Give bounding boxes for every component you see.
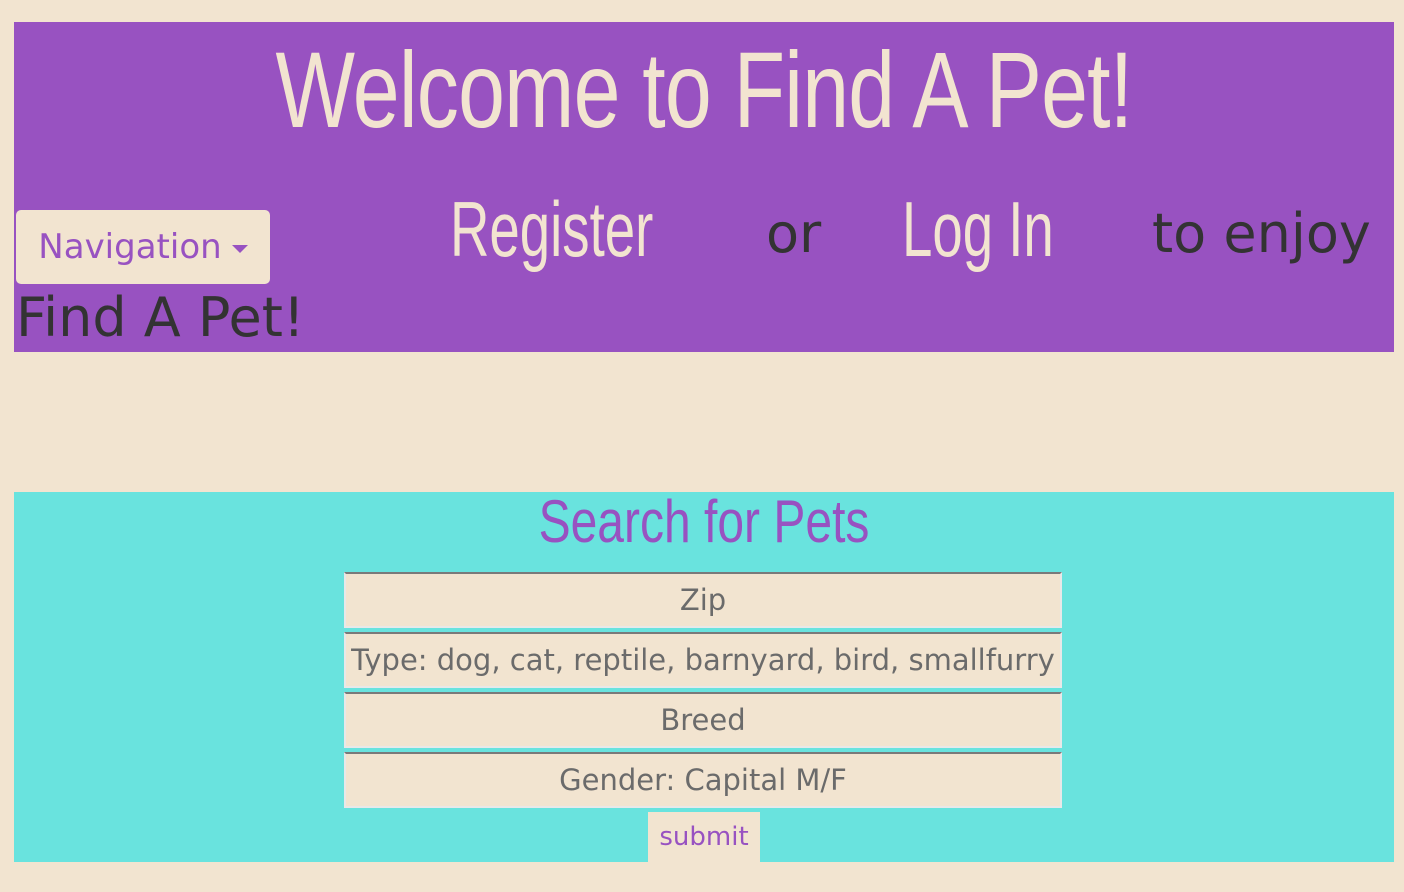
caret-down-icon: [231, 245, 248, 253]
or-text: or: [766, 202, 822, 265]
navigation-button-label: Navigation: [38, 227, 222, 267]
search-title: Search for Pets: [538, 488, 870, 555]
gender-input[interactable]: [344, 752, 1062, 808]
page-title: Welcome to Find A Pet!: [275, 29, 1134, 150]
to-enjoy-text: to enjoy: [1152, 202, 1371, 265]
search-panel: Search for Pets submit: [14, 492, 1394, 862]
login-link[interactable]: Log In: [902, 190, 1054, 268]
navigation-dropdown-button[interactable]: Navigation: [16, 210, 270, 284]
breed-input[interactable]: [344, 692, 1062, 748]
zip-input[interactable]: [344, 572, 1062, 628]
type-input[interactable]: [344, 632, 1062, 688]
site-header: Welcome to Find A Pet! Navigation Regist…: [14, 22, 1394, 352]
find-a-pet-text: Find A Pet!: [16, 286, 305, 349]
register-link[interactable]: Register: [450, 190, 653, 268]
submit-button[interactable]: submit: [648, 812, 760, 862]
